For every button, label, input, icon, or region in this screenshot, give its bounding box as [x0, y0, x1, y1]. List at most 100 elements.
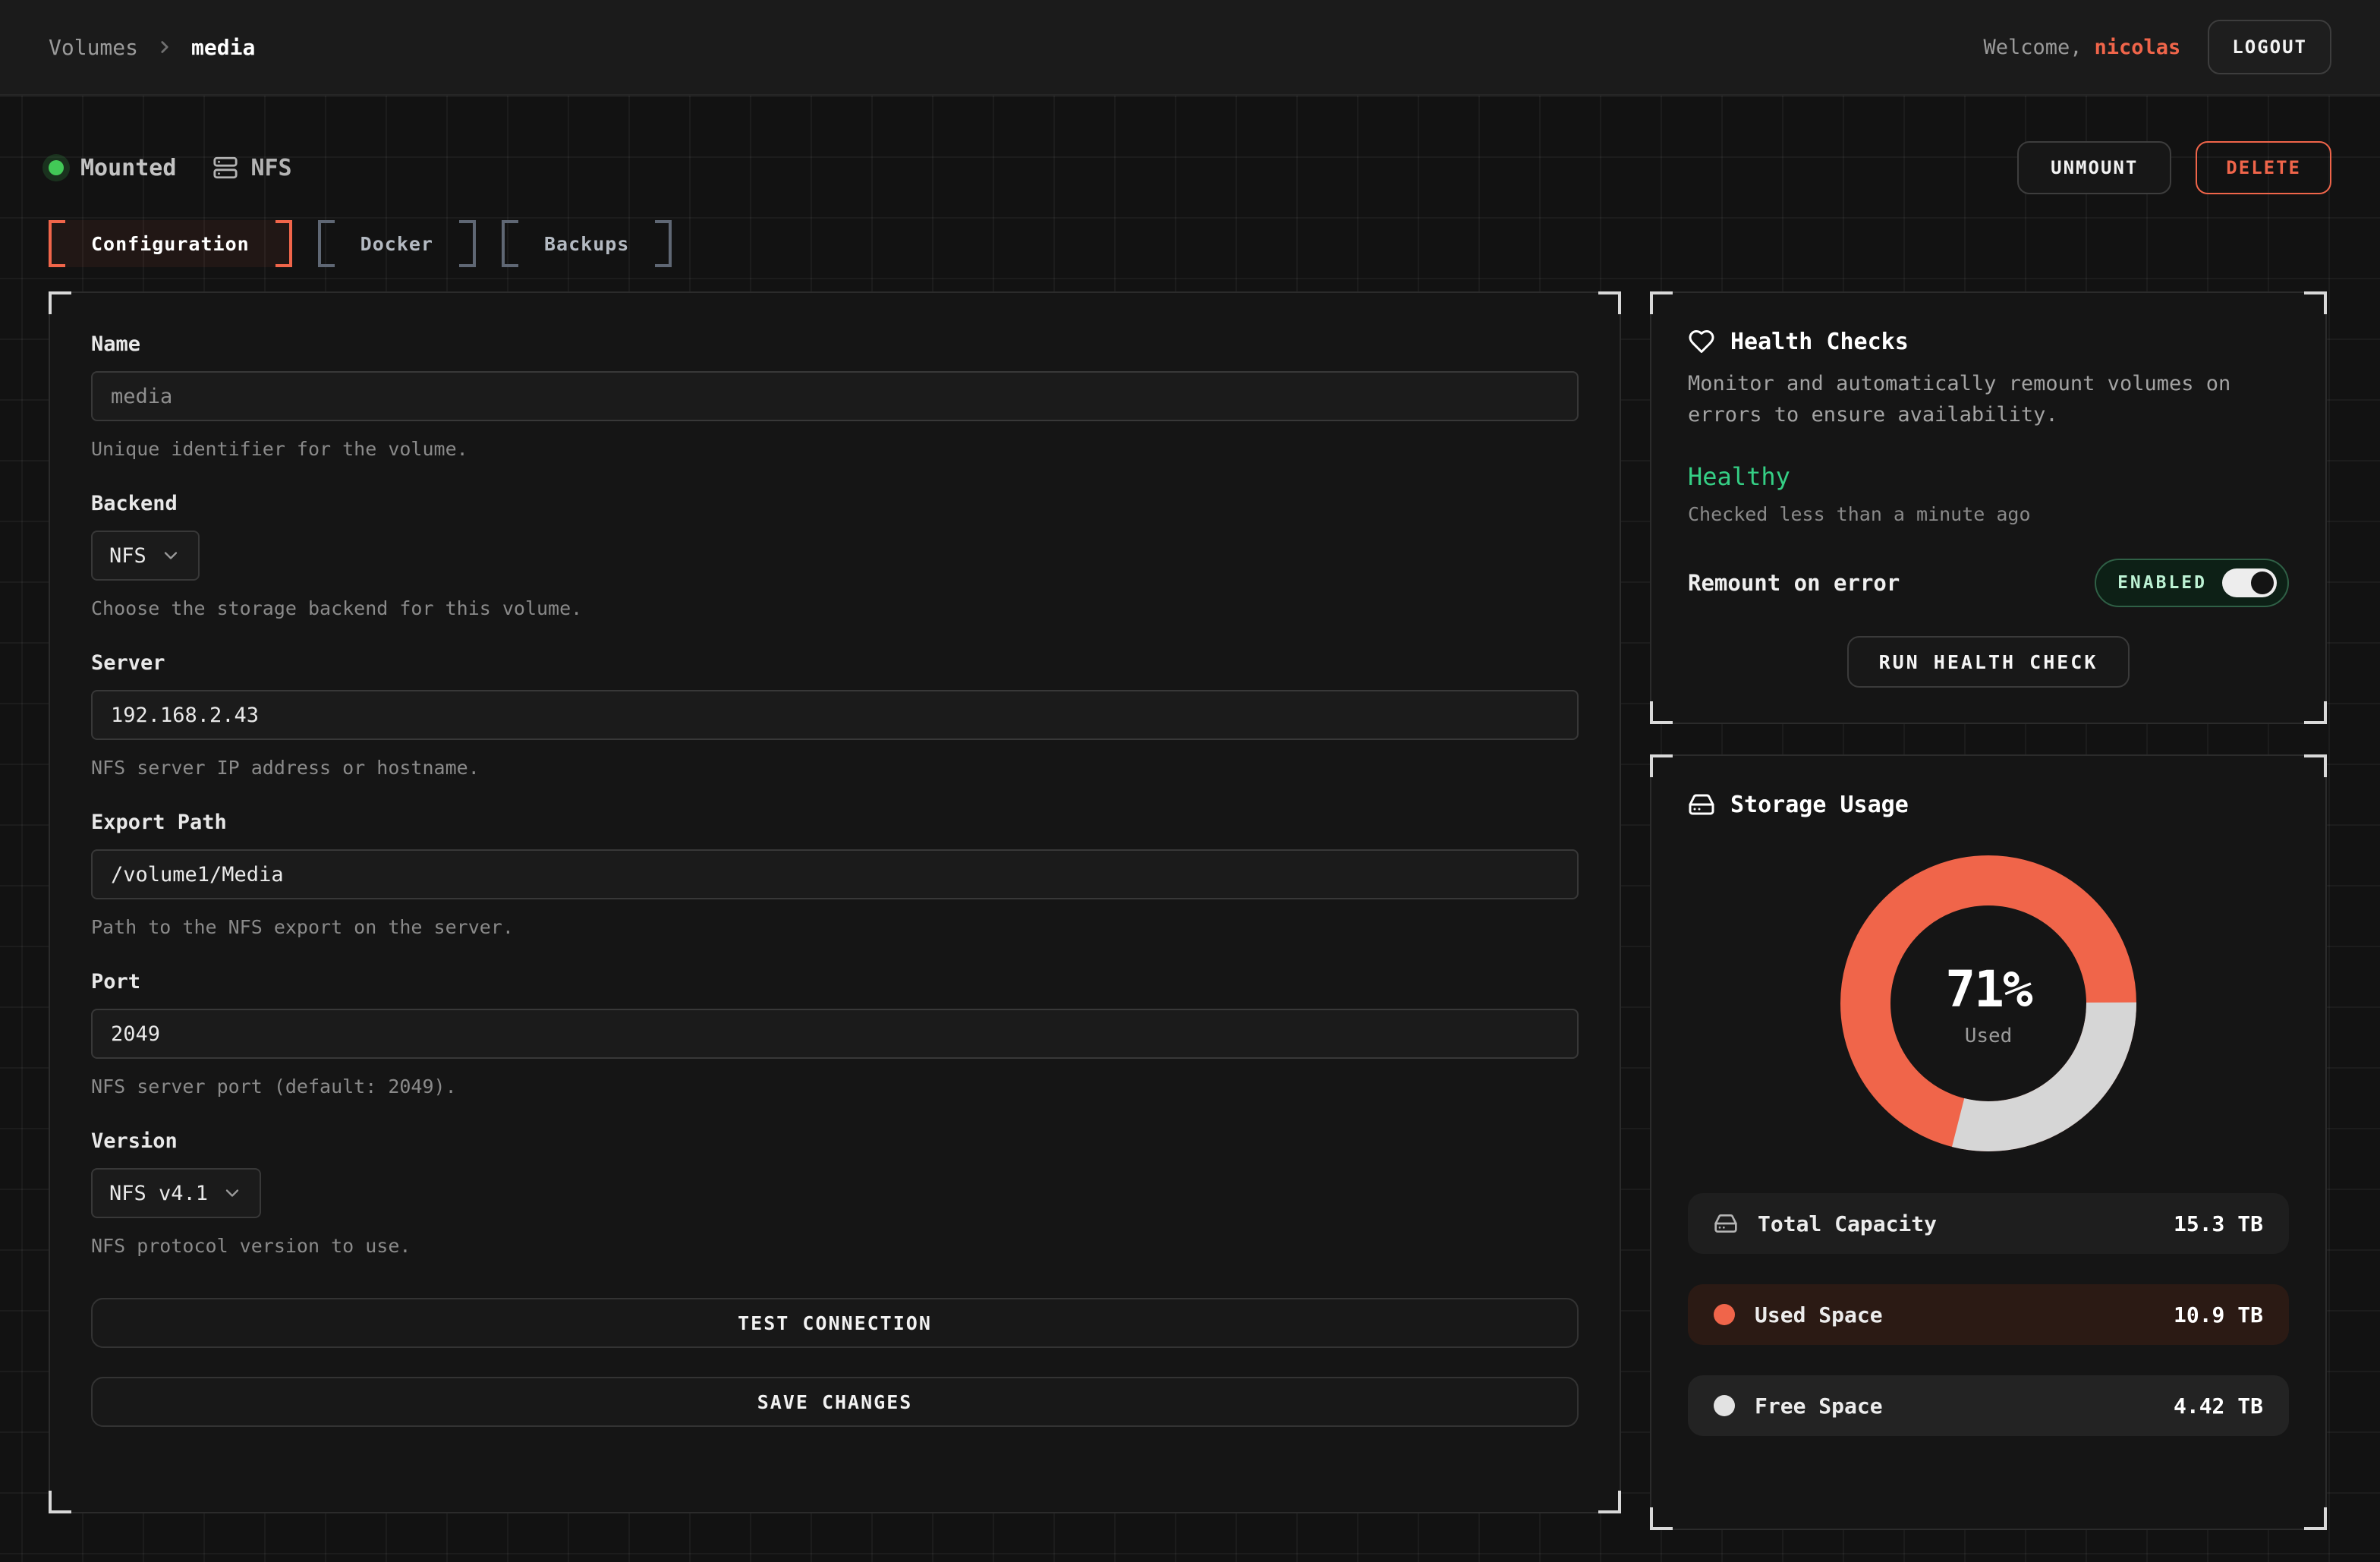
- backend-label: Backend: [91, 492, 1579, 515]
- corner-bracket-tr: [1598, 291, 1621, 314]
- volume-actions: UNMOUNT DELETE: [2017, 141, 2331, 194]
- export-path-label: Export Path: [91, 811, 1579, 834]
- corner-bracket-tr: [2304, 754, 2327, 777]
- backend-field-group: Backend NFS Choose the storage backend f…: [91, 492, 1579, 619]
- port-label: Port: [91, 970, 1579, 994]
- name-input[interactable]: [91, 371, 1579, 421]
- export-path-input[interactable]: [91, 849, 1579, 899]
- save-changes-button[interactable]: SAVE CHANGES: [91, 1377, 1579, 1427]
- hard-drive-icon: [1688, 791, 1715, 818]
- welcome-text: Welcome,nicolas: [1983, 36, 2180, 59]
- server-icon: [212, 155, 238, 181]
- test-connection-button[interactable]: TEST CONNECTION: [91, 1298, 1579, 1348]
- chevron-down-icon: [222, 1183, 243, 1204]
- free-space-row: Free Space 4.42 TB: [1688, 1375, 2289, 1436]
- chevron-down-icon: [160, 545, 181, 566]
- free-space-label: Free Space: [1755, 1394, 1883, 1419]
- used-space-label: Used Space: [1755, 1302, 1883, 1327]
- corner-bracket-bl: [49, 1491, 71, 1513]
- health-title-text: Health Checks: [1730, 329, 1909, 355]
- toggle-knob: [2251, 572, 2274, 594]
- donut-center: 71% Used: [1840, 855, 2137, 1152]
- donut-sublabel: Used: [1965, 1025, 2013, 1047]
- delete-button[interactable]: DELETE: [2196, 141, 2331, 194]
- export-path-help: Path to the NFS export on the server.: [91, 916, 1579, 938]
- chevron-right-icon: [155, 37, 175, 57]
- topbar-right: Welcome,nicolas LOGOUT: [1983, 20, 2331, 74]
- logout-button[interactable]: LOGOUT: [2208, 20, 2331, 74]
- name-help: Unique identifier for the volume.: [91, 438, 1579, 460]
- version-field-group: Version NFS v4.1 NFS protocol version to…: [91, 1129, 1579, 1257]
- volume-header-row: Mounted NFS UNMOUNT DELETE: [49, 141, 2331, 194]
- main-content: Mounted NFS UNMOUNT DELETE Configuration…: [0, 96, 2380, 1530]
- tab-backups[interactable]: Backups: [502, 220, 672, 267]
- backend-select[interactable]: NFS: [91, 531, 200, 581]
- mounted-label: Mounted: [80, 155, 176, 181]
- corner-bracket-tl: [1650, 291, 1673, 314]
- remount-row: Remount on error ENABLED: [1688, 559, 2289, 607]
- corner-bracket-bl: [1650, 1507, 1673, 1530]
- storage-title-text: Storage Usage: [1730, 792, 1909, 818]
- panel-area: Name Unique identifier for the volume. B…: [49, 291, 2331, 1530]
- backend-badge-label: NFS: [250, 155, 291, 181]
- total-capacity-label: Total Capacity: [1758, 1211, 1937, 1236]
- donut-percent-label: 71%: [1945, 960, 2031, 1019]
- volume-status: Mounted NFS: [49, 155, 292, 181]
- version-label: Version: [91, 1129, 1579, 1153]
- port-input[interactable]: [91, 1009, 1579, 1059]
- backend-help: Choose the storage backend for this volu…: [91, 597, 1579, 619]
- total-capacity-value: 15.3 TB: [2174, 1211, 2263, 1236]
- free-space-value: 4.42 TB: [2174, 1394, 2263, 1419]
- remount-label: Remount on error: [1688, 570, 1900, 596]
- configuration-panel: Name Unique identifier for the volume. B…: [49, 291, 1621, 1513]
- heart-icon: [1688, 328, 1715, 355]
- storage-donut-chart: 71% Used: [1840, 855, 2137, 1152]
- tab-bar: Configuration Docker Backups: [49, 220, 2331, 267]
- remount-toggle[interactable]: ENABLED: [2095, 559, 2289, 607]
- server-label: Server: [91, 651, 1579, 675]
- export-path-field-group: Export Path Path to the NFS export on th…: [91, 811, 1579, 938]
- breadcrumb-volumes-link[interactable]: Volumes: [49, 35, 138, 60]
- toggle-state-label: ENABLED: [2117, 573, 2207, 593]
- toggle-switch: [2222, 568, 2277, 597]
- storage-usage-panel: Storage Usage 71% Used: [1650, 754, 2327, 1530]
- health-checks-panel: Health Checks Monitor and automatically …: [1650, 291, 2327, 724]
- volume-detail-page: Volumes media Welcome,nicolas LOGOUT Mou…: [0, 0, 2380, 1562]
- tab-configuration[interactable]: Configuration: [49, 220, 292, 267]
- total-capacity-row: Total Capacity 15.3 TB: [1688, 1193, 2289, 1254]
- tab-docker[interactable]: Docker: [318, 220, 476, 267]
- topbar: Volumes media Welcome,nicolas LOGOUT: [0, 0, 2380, 96]
- breadcrumb-current: media: [191, 35, 255, 60]
- corner-bracket-br: [2304, 701, 2327, 724]
- name-label: Name: [91, 332, 1579, 356]
- backend-badge: NFS: [212, 155, 291, 181]
- backend-select-value: NFS: [109, 544, 146, 568]
- version-help: NFS protocol version to use.: [91, 1235, 1579, 1257]
- name-field-group: Name Unique identifier for the volume.: [91, 332, 1579, 460]
- health-panel-title: Health Checks: [1688, 328, 2289, 355]
- used-space-dot: [1714, 1304, 1735, 1325]
- health-status-value: Healthy: [1688, 462, 2289, 491]
- run-health-check-button[interactable]: RUN HEALTH CHECK: [1847, 636, 2130, 688]
- corner-bracket-tr: [2304, 291, 2327, 314]
- hard-drive-icon: [1714, 1211, 1738, 1236]
- version-select-value: NFS v4.1: [109, 1182, 208, 1205]
- used-space-row: Used Space 10.9 TB: [1688, 1284, 2289, 1345]
- breadcrumb: Volumes media: [49, 35, 255, 60]
- form-actions: TEST CONNECTION SAVE CHANGES: [91, 1298, 1579, 1427]
- free-space-dot: [1714, 1395, 1735, 1416]
- right-column: Health Checks Monitor and automatically …: [1650, 291, 2327, 1530]
- username: nicolas: [2095, 36, 2181, 59]
- version-select[interactable]: NFS v4.1: [91, 1168, 261, 1218]
- port-field-group: Port NFS server port (default: 2049).: [91, 970, 1579, 1097]
- server-input[interactable]: [91, 690, 1579, 740]
- server-help: NFS server IP address or hostname.: [91, 757, 1579, 779]
- health-checked-text: Checked less than a minute ago: [1688, 503, 2289, 525]
- unmount-button[interactable]: UNMOUNT: [2017, 141, 2171, 194]
- corner-bracket-br: [2304, 1507, 2327, 1530]
- health-description: Monitor and automatically remount volume…: [1688, 369, 2289, 430]
- server-field-group: Server NFS server IP address or hostname…: [91, 651, 1579, 779]
- mounted-status-dot: [49, 160, 64, 175]
- storage-panel-title: Storage Usage: [1688, 791, 2289, 818]
- corner-bracket-tl: [49, 291, 71, 314]
